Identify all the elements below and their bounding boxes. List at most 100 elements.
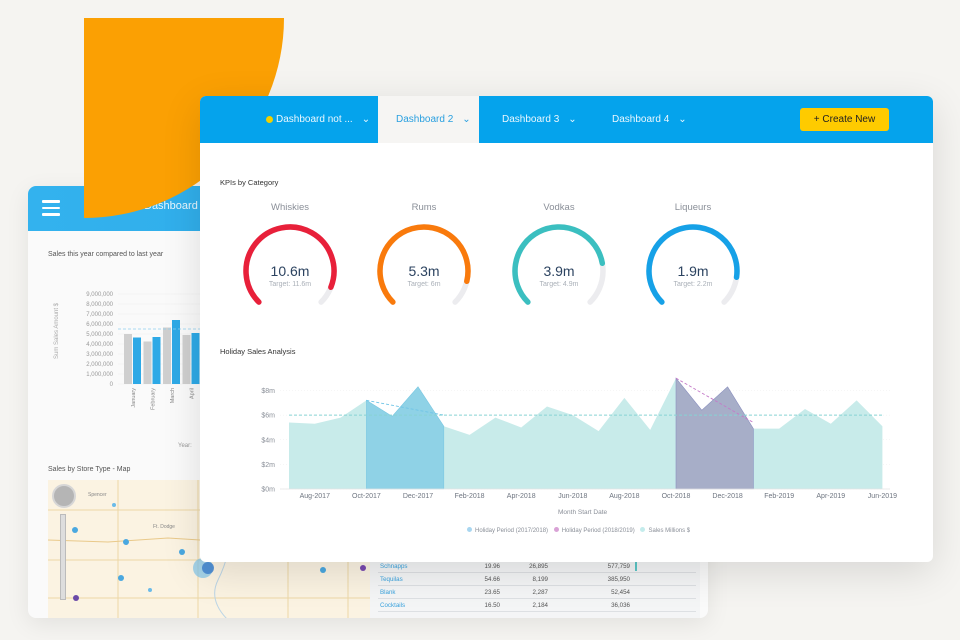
chevron-down-icon[interactable]: ⌄ [362,114,370,125]
bar-february-0 [143,341,152,384]
create-new-button[interactable]: + Create New [800,108,889,131]
bar-april-0 [182,335,191,384]
legend-dot [640,527,646,532]
category-link[interactable]: Cocktails [380,602,405,609]
tab-label: Dashboard 4 [612,114,670,125]
gauge-target: Target: 2.2m [673,281,713,288]
main-dashboard-card: Dashboard not ... ⌄ Dashboard 2 ⌄ Dashbo… [200,96,933,562]
tab-dashboard-3[interactable]: Dashboard 3 ⌄ [502,96,577,143]
status-dot-icon [266,116,273,123]
area-x-tick: Jun-2019 [868,493,897,500]
tab-dashboard-not[interactable]: Dashboard not ... ⌄ [266,96,370,143]
area-x-tick: Apr-2019 [816,493,845,500]
bar-y-tick: 6,000,000 [86,322,113,328]
gauge-target: Target: 11.6m [268,281,312,288]
bar-march-0 [163,327,171,384]
area-y-tick: $4m [261,437,275,444]
tab-label: Dashboard 2 [396,114,454,125]
bar-y-tick: 2,000,000 [86,362,113,368]
area-x-tick: Apr-2018 [507,493,536,500]
chevron-down-icon[interactable]: ⌄ [568,114,576,125]
data-bar [635,562,637,571]
table-row[interactable]: Blank 23.65 2,287 52,454 [378,586,696,599]
area-x-tick: Dec-2017 [403,493,433,500]
legend-dot [467,527,472,532]
table-cell: 26,895 [529,563,548,570]
legend-item[interactable]: Holiday Period (2018/2019) [562,528,635,534]
bar-y-tick: 7,000,000 [86,312,113,318]
legend-dot [553,527,559,532]
category-link[interactable]: Tequilas [380,576,403,583]
legend-item[interactable]: Sales Millions $ [648,528,690,534]
category-link[interactable]: Schnapps [380,563,408,570]
table-cell: 16.50 [484,602,500,609]
tab-label: Dashboard not ... [276,114,353,125]
bar-march-1 [172,320,180,384]
bar-x-tick: January [131,388,137,408]
category-link[interactable]: Blank [380,589,395,596]
gauge-value: 1.9m [677,263,709,279]
gauge-value: 10.6m [270,263,310,279]
area-x-tick: Jun-2018 [558,493,587,500]
holiday-sales-area-chart: $0m $2m $4m $6m $8m Aug-2017 Oct-2017 Dec-2017 F… [261,377,897,500]
sales-comparison-bar-chart: Sum Sales Amount $ 0 1,000,000 2,000,000 3,0… [54,292,208,410]
table-cell: 2,184 [532,602,548,609]
holiday-title: Holiday Sales Analysis [220,347,296,356]
area-y-tick: $2m [261,462,275,469]
table-cell: 2,287 [532,589,548,596]
area-x-tick: Dec-2018 [712,493,742,500]
map-zoom-slider[interactable] [60,514,66,600]
table-cell: 54.66 [484,576,500,583]
table-cell: 52,454 [611,589,630,596]
bar-y-tick: 3,000,000 [86,352,113,358]
table-cell: 36,036 [611,602,630,609]
bar-x-tick: April [190,388,196,399]
map-title: Sales by Store Type - Map [48,466,131,473]
bar-y-tick: 8,000,000 [86,302,113,308]
chevron-down-icon[interactable]: ⌄ [462,114,470,125]
area-x-tick: Oct-2018 [662,493,691,500]
area-x-tick: Aug-2017 [300,493,330,500]
tab-dashboard-4[interactable]: Dashboard 4 ⌄ [612,96,687,143]
x-axis-title: Month Start Date [558,509,608,516]
bar-january-1 [133,337,141,384]
year-filter-label: Year: [178,443,192,449]
gauge-label: Rums [411,202,437,213]
table-cell: 23.65 [484,589,500,596]
legend-item[interactable]: Holiday Period (2017/2018) [475,528,548,534]
gauge-label: Whiskies [270,202,309,213]
bar-y-tick: 1,000,000 [86,372,113,378]
table-cell: 19.96 [484,563,500,570]
bar-january-0 [124,334,132,384]
bar-y-tick: 4,000,000 [86,342,113,348]
table-cell: 577,759 [607,563,630,570]
bar-x-tick: March [170,388,176,403]
gauge-label: Liqueurs [674,202,712,213]
area-y-tick: $8m [261,388,275,395]
area-x-tick: Aug-2018 [609,493,639,500]
bar-y-axis-label: Sum Sales Amount $ [54,302,60,359]
hamburger-icon[interactable] [42,200,60,216]
bar-y-tick: 5,000,000 [86,332,113,338]
gauge-target: Target: 6m [407,281,441,288]
tab-dashboard-2[interactable]: Dashboard 2 ⌄ [378,96,479,143]
area-x-tick: Feb-2018 [455,493,485,500]
bar-chart-title: Sales this year compared to last year [48,251,164,258]
table-cell: 8,199 [532,576,548,583]
area-y-tick: $0m [261,487,275,494]
table-row[interactable]: Tequilas 54.66 8,199 385,950 [378,573,696,586]
gauge-value: 5.3m [408,263,440,279]
chevron-down-icon[interactable]: ⌄ [678,114,686,125]
chart-legend: Holiday Period (2017/2018) Holiday Perio… [463,527,690,534]
tab-label: Dashboard 3 [502,114,560,125]
gauge-target: Target: 4.9m [539,281,579,288]
holiday-area-2 [675,377,754,490]
gauge-value: 3.9m [543,263,575,279]
gauge-label: Vodkas [543,202,575,213]
table-row[interactable]: Cocktails 16.50 2,184 36,036 [378,599,696,612]
bar-y-tick: 0 [110,382,114,388]
area-x-tick: Feb-2019 [764,493,794,500]
map-pan-control[interactable] [52,484,76,508]
area-y-tick: $6m [261,413,275,420]
map-label-spencer: Spencer [88,492,107,498]
